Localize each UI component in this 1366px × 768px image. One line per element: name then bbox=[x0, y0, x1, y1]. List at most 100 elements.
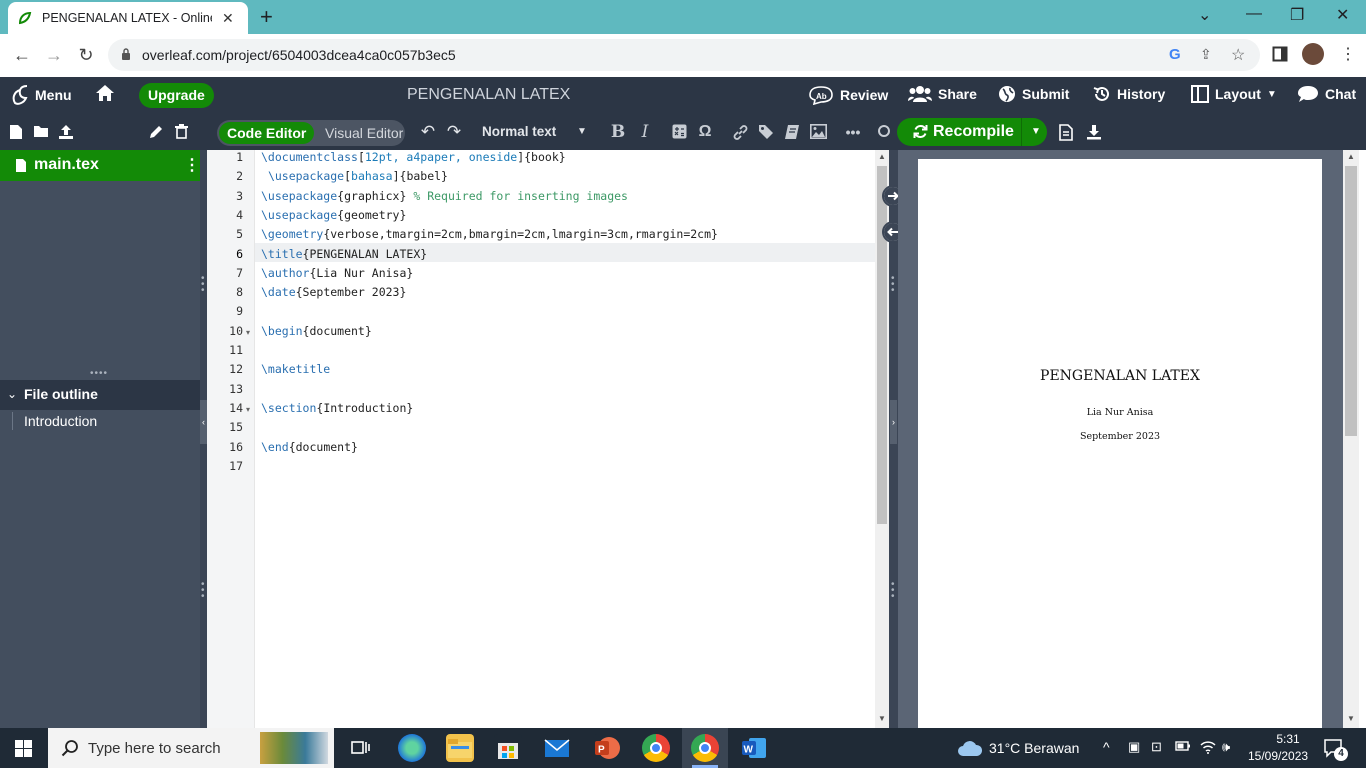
network-adapter-icon[interactable]: ⊡ bbox=[1151, 739, 1162, 755]
text-style-dropdown[interactable]: Normal text bbox=[482, 124, 556, 139]
file-outline-header[interactable]: ⌄ File outline bbox=[0, 380, 200, 410]
submit-button[interactable]: Submit bbox=[998, 85, 1069, 103]
outline-item-introduction[interactable]: Introduction bbox=[24, 413, 97, 429]
log-file-icon[interactable] bbox=[1059, 124, 1075, 141]
outline-resize-handle[interactable]: •••• bbox=[90, 368, 108, 379]
code-line[interactable]: \maketitle bbox=[261, 362, 330, 376]
restore-icon[interactable]: ❐ bbox=[1290, 5, 1304, 25]
upload-icon[interactable] bbox=[58, 124, 74, 140]
code-line[interactable]: \end{document} bbox=[261, 440, 358, 454]
clock-date[interactable]: 15/09/2023 bbox=[1248, 749, 1308, 763]
project-title[interactable]: PENGENALAN LATEX bbox=[407, 86, 570, 104]
menu-button[interactable]: Menu bbox=[11, 85, 72, 105]
pdf-page[interactable]: PENGENALAN LATEX Lia Nur Anisa September… bbox=[918, 159, 1322, 728]
insert-image-icon[interactable] bbox=[810, 124, 827, 140]
profile-avatar[interactable] bbox=[1302, 43, 1324, 65]
undo-icon[interactable]: ↶ bbox=[420, 123, 436, 140]
upgrade-button[interactable]: Upgrade bbox=[139, 83, 214, 108]
browser-tab[interactable]: PENGENALAN LATEX - Online La ✕ bbox=[8, 2, 248, 34]
wifi-icon[interactable] bbox=[1200, 740, 1216, 754]
side-panel-icon[interactable] bbox=[1272, 46, 1288, 62]
lock-icon[interactable] bbox=[121, 48, 131, 61]
search-icon[interactable] bbox=[877, 124, 893, 140]
review-button[interactable]: Ab Review bbox=[808, 85, 888, 105]
fold-toggle-icon[interactable]: ▾ bbox=[246, 328, 250, 337]
edge-browser-icon[interactable] bbox=[398, 734, 426, 762]
fold-toggle-icon[interactable]: ▾ bbox=[246, 405, 250, 414]
recompile-button[interactable]: Recompile ▼ bbox=[897, 118, 1047, 146]
google-icon[interactable]: G bbox=[1169, 46, 1181, 63]
italic-icon[interactable]: I bbox=[637, 124, 653, 141]
chrome-active-app-highlight[interactable] bbox=[682, 728, 728, 768]
pdf-scroll-up-icon[interactable]: ▲ bbox=[1347, 152, 1355, 161]
reload-icon[interactable]: ↻ bbox=[75, 44, 97, 66]
omnibox[interactable]: overleaf.com/project/6504003dcea4ca0c057… bbox=[108, 39, 1260, 71]
chrome-icon[interactable] bbox=[642, 734, 670, 762]
share-button[interactable]: Share bbox=[908, 85, 977, 103]
show-hidden-icons-icon[interactable]: ^ bbox=[1103, 739, 1110, 755]
code-editor[interactable]: 1 2 3 4 5 6 7 8 9 10 ▾ 11 12 13 14 ▾ 15 16 17 \documentcla… bbox=[207, 150, 875, 728]
bold-icon[interactable]: B bbox=[610, 124, 626, 141]
task-view-icon[interactable] bbox=[351, 739, 370, 756]
history-button[interactable]: History bbox=[1093, 85, 1165, 103]
back-icon[interactable]: ← bbox=[11, 44, 33, 66]
meet-now-icon[interactable]: ▣ bbox=[1128, 739, 1140, 755]
download-icon[interactable] bbox=[1086, 124, 1102, 140]
chrome-menu-icon[interactable]: ⋮ bbox=[1340, 44, 1356, 64]
new-folder-icon[interactable] bbox=[33, 124, 49, 140]
more-options-icon[interactable]: ••• bbox=[845, 124, 861, 140]
new-file-icon[interactable] bbox=[9, 124, 25, 140]
pdf-scroll-thumb[interactable] bbox=[1345, 166, 1357, 436]
scroll-up-icon[interactable]: ▲ bbox=[878, 152, 886, 161]
clock-time[interactable]: 5:31 bbox=[1266, 732, 1310, 746]
mail-icon[interactable] bbox=[543, 734, 571, 762]
forward-icon[interactable]: → bbox=[43, 44, 65, 66]
layout-button[interactable]: Layout ▼ bbox=[1191, 85, 1277, 103]
code-line[interactable]: \author{Lia Nur Anisa} bbox=[261, 266, 413, 280]
rename-pencil-icon[interactable] bbox=[149, 124, 165, 140]
battery-icon[interactable] bbox=[1175, 740, 1191, 752]
link-icon[interactable] bbox=[732, 124, 748, 140]
bookmark-star-icon[interactable]: ☆ bbox=[1231, 45, 1245, 65]
close-window-icon[interactable]: ✕ bbox=[1336, 5, 1349, 25]
code-line[interactable]: \usepackage{graphicx} % Required for ins… bbox=[261, 189, 628, 203]
pdf-scroll-down-icon[interactable]: ▼ bbox=[1347, 714, 1355, 723]
collapse-pdf-icon[interactable]: › bbox=[890, 400, 897, 444]
tab-search-icon[interactable]: ⌄ bbox=[1198, 5, 1211, 25]
redo-icon[interactable]: ↷ bbox=[446, 123, 462, 140]
tag-reference-icon[interactable] bbox=[758, 124, 774, 140]
dropdown-caret-icon[interactable]: ▼ bbox=[574, 124, 590, 140]
tab-close-icon[interactable]: ✕ bbox=[222, 10, 234, 27]
file-explorer-icon[interactable] bbox=[446, 734, 474, 762]
code-editor-toggle[interactable]: Code Editor bbox=[219, 122, 315, 144]
code-line[interactable]: \usepackage{geometry} bbox=[261, 208, 406, 222]
code-line[interactable]: \date{September 2023} bbox=[261, 285, 406, 299]
editor-scroll-thumb[interactable] bbox=[877, 166, 887, 524]
minimize-icon[interactable]: — bbox=[1246, 5, 1262, 23]
visual-editor-toggle[interactable]: Visual Editor bbox=[325, 122, 403, 144]
code-line[interactable]: \documentclass[12pt, a4paper, oneside]{b… bbox=[261, 150, 566, 164]
file-tree-item-main-tex[interactable]: main.tex ⋮ bbox=[0, 150, 200, 181]
code-line[interactable]: \section{Introduction} bbox=[261, 401, 413, 415]
delete-trash-icon[interactable] bbox=[175, 124, 191, 140]
code-line[interactable]: \begin{document} bbox=[261, 324, 372, 338]
code-line[interactable]: \geometry{verbose,tmargin=2cm,bmargin=2c… bbox=[261, 227, 718, 241]
scroll-down-icon[interactable]: ▼ bbox=[878, 714, 886, 723]
powerpoint-icon[interactable]: P bbox=[593, 734, 621, 762]
volume-icon[interactable]: 🕪 bbox=[1222, 739, 1230, 755]
code-line[interactable]: \title{PENGENALAN LATEX} bbox=[261, 247, 427, 261]
file-menu-icon[interactable]: ⋮ bbox=[184, 155, 200, 175]
pdf-scrollbar[interactable]: ▲ ▼ bbox=[1343, 150, 1359, 728]
weather-text[interactable]: 31°C Berawan bbox=[989, 740, 1079, 756]
home-button[interactable] bbox=[95, 84, 115, 102]
math-icon[interactable] bbox=[672, 124, 688, 140]
word-icon[interactable]: W bbox=[740, 734, 768, 762]
sidebar-resizer[interactable]: • • • ‹ • • • bbox=[200, 150, 207, 728]
citation-book-icon[interactable] bbox=[784, 124, 800, 140]
weather-cloud-icon[interactable] bbox=[957, 740, 983, 757]
microsoft-store-icon[interactable] bbox=[494, 734, 522, 762]
chat-button[interactable]: Chat bbox=[1297, 85, 1356, 103]
symbol-omega-icon[interactable]: Ω bbox=[697, 124, 713, 140]
taskbar-search[interactable]: Type here to search bbox=[48, 728, 334, 768]
code-line[interactable]: \usepackage[bahasa]{babel} bbox=[261, 169, 448, 183]
